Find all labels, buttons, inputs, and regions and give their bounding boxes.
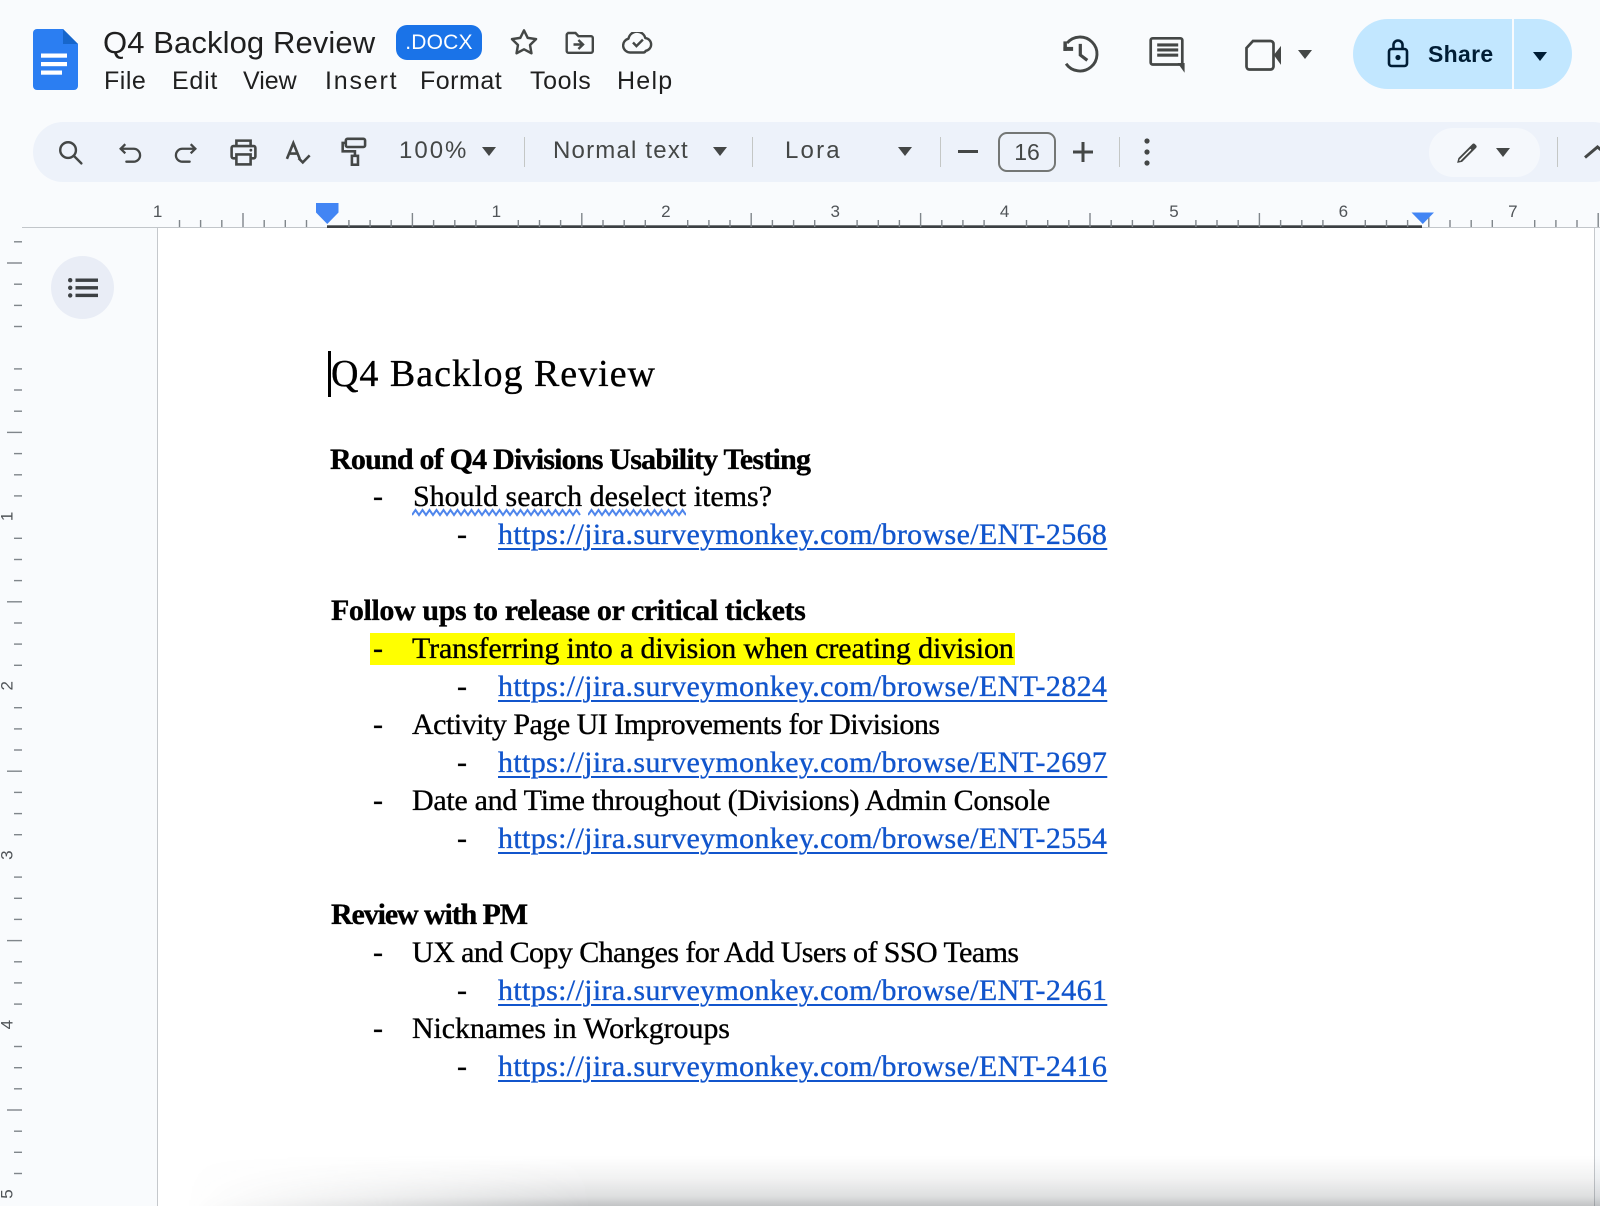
svg-text:5: 5 [0,1189,16,1198]
svg-text:5: 5 [1169,202,1178,221]
svg-text:7: 7 [1508,202,1517,221]
svg-text:6: 6 [1339,202,1348,221]
svg-text:3: 3 [830,202,839,221]
svg-text:2: 2 [0,681,16,690]
svg-text:4: 4 [0,1020,16,1029]
svg-text:4: 4 [1000,202,1009,221]
svg-text:1: 1 [0,512,16,521]
svg-text:3: 3 [0,850,16,859]
svg-text:1: 1 [153,202,162,221]
svg-text:2: 2 [661,202,670,221]
svg-text:1: 1 [492,202,501,221]
